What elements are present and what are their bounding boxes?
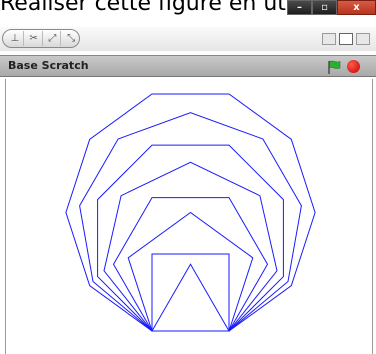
toolbar: ⊥ ✂ ⤢ ⤡ [0,27,376,51]
green-flag-icon[interactable] [327,60,341,74]
stamp-icon[interactable]: ⊥ [7,31,24,46]
polygon-8-sides [97,144,284,332]
grow-icon[interactable]: ⤢ [45,31,62,46]
polygon-7-sides [103,161,278,332]
drawing-svg [65,93,316,332]
shrink-icon[interactable]: ⤡ [63,31,79,46]
window-controls: – ▫ x [287,0,376,15]
normal-stage-icon[interactable] [339,33,353,45]
small-stage-icon[interactable] [322,33,336,45]
sprite-tools: ⊥ ✂ ⤢ ⤡ [2,29,80,48]
close-button[interactable]: x [337,0,376,15]
stage-header: Base Scratch [0,55,376,77]
instruction-caption: Réaliser cette figure en utili [0,0,305,16]
view-modes [322,33,370,45]
scissors-icon[interactable]: ✂ [26,31,43,46]
stage-canvas[interactable] [5,79,373,354]
project-title: Base Scratch [8,59,89,72]
stop-icon[interactable] [347,60,360,73]
polygon-4-sides [151,253,230,332]
presentation-icon[interactable] [356,33,370,45]
polygon-3-sides [151,263,230,332]
minimize-button[interactable]: – [287,0,312,15]
polygon-5-sides [127,211,254,332]
maximize-button[interactable]: ▫ [312,0,337,15]
